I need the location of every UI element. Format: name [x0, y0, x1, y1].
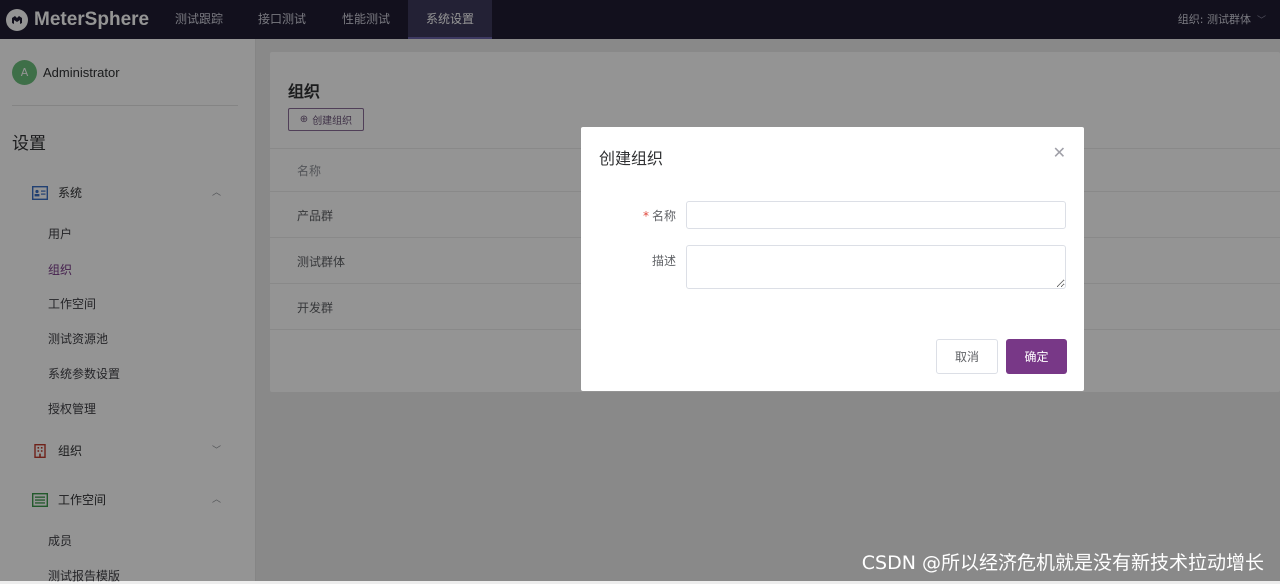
- required-asterisk: *: [642, 209, 649, 223]
- dialog-title: 创建组织: [599, 149, 664, 168]
- description-field-label: 描述: [651, 254, 676, 268]
- create-organization-dialog: 创建组织 ✕ * 名称 描述 取消 确定: [581, 127, 1084, 391]
- watermark-text: CSDN @所以经济危机就是没有新技术拉动增长: [861, 552, 1264, 574]
- close-icon[interactable]: ✕: [1053, 143, 1066, 162]
- name-label-text: 名称: [651, 209, 676, 223]
- description-textarea[interactable]: [686, 245, 1066, 289]
- name-input[interactable]: [686, 201, 1066, 229]
- name-field-label: * 名称: [643, 207, 676, 224]
- confirm-button[interactable]: 确定: [1006, 339, 1067, 374]
- cancel-button[interactable]: 取消: [936, 339, 998, 374]
